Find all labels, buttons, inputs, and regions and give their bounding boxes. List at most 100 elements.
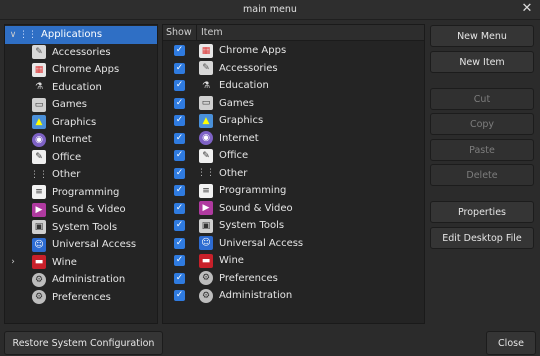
programming-icon: ≡ [199,183,213,198]
sound-video-icon: ▶ [199,201,213,216]
tree-item-education[interactable]: ⚗ Education [5,79,157,97]
show-checkbox[interactable]: ✓ [174,97,185,109]
administration-icon: ⚙ [199,288,213,303]
tree-item-wine[interactable]: › ▬ Wine [5,254,157,272]
internet-icon: ◉ [32,132,46,147]
games-icon: ▭ [32,97,46,112]
window-title: main menu [243,4,297,15]
show-checkbox[interactable]: ✓ [174,167,185,179]
list-row[interactable]: ✓ ▭ Games [163,95,424,113]
list-row[interactable]: ✓ ≡ Programming [163,182,424,200]
tree-item-label: Graphics [52,116,97,128]
tree-item-universal-access[interactable]: ☺ Universal Access [5,236,157,254]
show-checkbox[interactable]: ✓ [174,237,185,249]
show-checkbox[interactable]: ✓ [174,290,185,302]
show-checkbox[interactable]: ✓ [174,202,185,214]
tree-item-label: Universal Access [52,239,137,251]
paste-button[interactable]: Paste [430,139,534,161]
sound-video-icon: ▶ [32,202,46,217]
copy-button[interactable]: Copy [430,113,534,135]
list-row[interactable]: ✓ ◉ Internet [163,130,424,148]
show-checkbox[interactable]: ✓ [174,220,185,232]
tree-item-administration[interactable]: ⚙ Administration [5,271,157,289]
list-row[interactable]: ✓ ✎ Office [163,147,424,165]
show-checkbox[interactable]: ✓ [174,132,185,144]
close-icon[interactable]: ✕ [520,2,534,16]
show-checkbox[interactable]: ✓ [174,45,185,57]
list-row[interactable]: ✓ ▲ Graphics [163,112,424,130]
list-row[interactable]: ✓ ▶ Sound & Video [163,200,424,218]
show-checkbox[interactable]: ✓ [174,115,185,127]
tree-item-accessories[interactable]: ✎ Accessories [5,44,157,62]
show-checkbox[interactable]: ✓ [174,80,185,92]
preferences-icon: ⚙ [32,290,46,305]
tree-item-applications[interactable]: ∨ ⋮⋮ Applications [5,26,157,44]
chrome-apps-icon: ▦ [199,43,213,58]
apps-grid-icon: ⋮⋮ [19,29,37,40]
other-icon: ⋮⋮ [30,169,48,180]
list-row[interactable]: ✓ ⚙ Administration [163,287,424,305]
system-tools-icon: ▣ [199,218,213,233]
list-item-label: Wine [219,255,244,267]
delete-button[interactable]: Delete [430,164,534,186]
list-row[interactable]: ✓ ✎ Accessories [163,60,424,78]
preferences-icon: ⚙ [199,271,213,286]
list-item-label: Sound & Video [219,202,293,214]
edit-desktop-file-button[interactable]: Edit Desktop File [430,227,534,249]
tree-item-office[interactable]: ✎ Office [5,149,157,167]
properties-button[interactable]: Properties [430,201,534,223]
tree-item-internet[interactable]: ◉ Internet [5,131,157,149]
new-menu-button[interactable]: New Menu [430,25,534,47]
expander-icon[interactable]: ∨ [8,30,18,40]
list-row[interactable]: ✓ ⚙ Preferences [163,270,424,288]
restore-system-configuration-button[interactable]: Restore System Configuration [4,331,163,355]
tree-item-label: Accessories [52,46,111,58]
menu-tree[interactable]: ∨ ⋮⋮ Applications ✎ Accessories ▦ Chrome Apps ⚗… [4,24,158,324]
tree-item-label: Sound & Video [52,204,126,216]
tree-item-sound-video[interactable]: ▶ Sound & Video [5,201,157,219]
show-checkbox[interactable]: ✓ [174,150,185,162]
list-item-label: Accessories [219,62,278,74]
administration-icon: ⚙ [32,272,46,287]
universal-access-icon: ☺ [32,237,46,252]
list-item-label: Preferences [219,272,278,284]
list-row[interactable]: ✓ ▬ Wine [163,252,424,270]
tree-item-other[interactable]: ⋮⋮ Other [5,166,157,184]
chrome-apps-icon: ▦ [32,62,46,77]
column-header-item[interactable]: Item [197,27,223,38]
programming-icon: ≡ [32,185,46,200]
list-row[interactable]: ✓ ⚗ Education [163,77,424,95]
tree-item-programming[interactable]: ≡ Programming [5,184,157,202]
list-item-label: Graphics [219,115,264,127]
cut-button[interactable]: Cut [430,88,534,110]
office-icon: ✎ [32,150,46,165]
list-row[interactable]: ✓ ▦ Chrome Apps [163,42,424,60]
item-list[interactable]: Show Item ✓ ▦ Chrome Apps ✓ ✎ Accessories ✓ ⚗ Ed… [162,24,425,324]
show-checkbox[interactable]: ✓ [174,185,185,197]
graphics-icon: ▲ [199,113,213,128]
tree-item-label: Games [52,99,87,111]
tree-item-games[interactable]: ▭ Games [5,96,157,114]
list-row[interactable]: ✓ ▣ System Tools [163,217,424,235]
games-icon: ▭ [199,96,213,111]
new-item-button[interactable]: New Item [430,51,534,73]
list-item-label: Administration [219,290,293,302]
show-checkbox[interactable]: ✓ [174,272,185,284]
wine-icon: ▬ [199,253,213,268]
list-row[interactable]: ✓ ☺ Universal Access [163,235,424,253]
tree-item-preferences[interactable]: ⚙ Preferences [5,289,157,307]
show-checkbox[interactable]: ✓ [174,62,185,74]
tree-item-graphics[interactable]: ▲ Graphics [5,114,157,132]
column-header-show[interactable]: Show [163,25,197,40]
list-row[interactable]: ✓ ⋮⋮ Other [163,165,424,183]
close-button[interactable]: Close [486,331,536,355]
tree-item-label: Chrome Apps [52,64,120,76]
tree-item-label: Other [52,169,81,181]
list-item-label: Office [219,150,249,162]
expander-icon[interactable]: › [8,257,18,267]
list-item-label: Internet [219,132,259,144]
list-item-label: Games [219,97,254,109]
tree-item-system-tools[interactable]: ▣ System Tools [5,219,157,237]
tree-item-chrome-apps[interactable]: ▦ Chrome Apps [5,61,157,79]
show-checkbox[interactable]: ✓ [174,255,185,267]
